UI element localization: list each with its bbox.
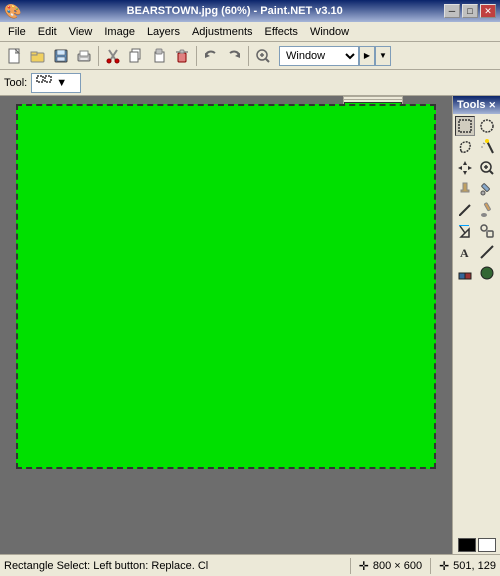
tool-ellipse-select[interactable] (477, 116, 497, 136)
redo-button[interactable] (223, 45, 245, 67)
maximize-button[interactable]: □ (462, 4, 478, 18)
tool-dropdown-arrow: ▼ (56, 77, 67, 89)
status-sep-2 (430, 558, 431, 574)
menu-layers[interactable]: Layers (141, 24, 186, 40)
tool-shapes2[interactable] (477, 263, 497, 283)
menu-file[interactable]: File (2, 24, 32, 40)
tools-panel-label: Tools (457, 99, 486, 111)
color-row-1 (455, 538, 498, 552)
window-arrow-btn2[interactable]: ▼ (375, 46, 391, 66)
main-area: Tools ✕ (0, 96, 500, 554)
menu-view[interactable]: View (63, 24, 99, 40)
copy-button[interactable] (125, 45, 147, 67)
menu-effects[interactable]: Effects (259, 24, 304, 40)
color-boxes (453, 536, 500, 554)
tool-fill[interactable] (455, 221, 475, 241)
menu-edit[interactable]: Edit (32, 24, 63, 40)
tools-panel-close[interactable]: ✕ (488, 100, 496, 111)
tool-magic-wand[interactable] (477, 137, 497, 157)
tool-pencil[interactable] (455, 200, 475, 220)
status-message: Rectangle Select: Left button: Replace. … (4, 560, 342, 572)
title-buttons: ─ □ ✕ (444, 4, 496, 18)
canvas[interactable] (16, 104, 436, 469)
cursor-icon: ✛ (359, 559, 369, 573)
tool-text[interactable]: A (455, 242, 475, 262)
position-icon: ✛ (439, 559, 449, 573)
canvas-container (0, 96, 452, 554)
status-dimensions: ✛ 800 × 600 (359, 559, 422, 573)
menu-bar: File Edit View Image Layers Adjustments … (0, 22, 500, 42)
tool-pan[interactable] (455, 179, 475, 199)
svg-text:A: A (460, 246, 469, 260)
toolbar-sep-1 (98, 46, 99, 66)
tool-clone[interactable] (477, 221, 497, 241)
title-bar: 🎨 BEARSTOWN.jpg (60%) - Paint.NET v3.10 … (0, 0, 500, 22)
cursor-position: 501, 129 (453, 560, 496, 572)
tools-grid: A (453, 114, 500, 536)
print-button[interactable] (73, 45, 95, 67)
tool-move[interactable] (455, 158, 475, 178)
minimize-button[interactable]: ─ (444, 4, 460, 18)
tool-line[interactable] (477, 242, 497, 262)
status-position: ✛ 501, 129 (439, 559, 496, 573)
status-sep-1 (350, 558, 351, 574)
zoom-button[interactable] (252, 45, 274, 67)
close-button[interactable]: ✕ (480, 4, 496, 18)
app-icon: 🎨 (4, 3, 21, 20)
tools-panel-title: Tools ✕ (453, 96, 500, 114)
new-button[interactable] (4, 45, 26, 67)
menu-image[interactable]: Image (98, 24, 141, 40)
image-dimensions: 800 × 600 (373, 560, 422, 572)
tool-shapes[interactable] (455, 263, 475, 283)
tool-row: Tool: ▼ (0, 70, 500, 96)
window-title: BEARSTOWN.jpg (60%) - Paint.NET v3.10 (127, 5, 343, 17)
tool-zoom[interactable] (477, 158, 497, 178)
menu-adjustments[interactable]: Adjustments (186, 24, 259, 40)
status-bar: Rectangle Select: Left button: Replace. … (0, 554, 500, 576)
tool-brush[interactable] (477, 200, 497, 220)
delete-button[interactable] (171, 45, 193, 67)
tool-lasso[interactable] (455, 137, 475, 157)
open-button[interactable] (27, 45, 49, 67)
window-select[interactable]: Window (279, 46, 359, 66)
save-button[interactable] (50, 45, 72, 67)
secondary-color[interactable] (478, 538, 496, 552)
toolbar-sep-2 (196, 46, 197, 66)
tool-label: Tool: (4, 77, 27, 89)
primary-color[interactable] (458, 538, 476, 552)
tool-rectangle-select[interactable] (455, 116, 475, 136)
tools-panel: Tools ✕ (452, 96, 500, 554)
undo-button[interactable] (200, 45, 222, 67)
cut-button[interactable] (102, 45, 124, 67)
toolbar-sep-3 (248, 46, 249, 66)
toolbar: Window ▶ ▼ (0, 42, 500, 70)
tool-select-dropdown[interactable]: ▼ (31, 73, 81, 93)
menu-window[interactable]: Window (304, 24, 355, 40)
paste-button[interactable] (148, 45, 170, 67)
window-dropdown: Window ▶ ▼ (279, 46, 391, 66)
tool-eyedropper[interactable] (477, 179, 497, 199)
window-arrow-btn[interactable]: ▶ (359, 46, 375, 66)
thumbnail-title (344, 97, 402, 100)
